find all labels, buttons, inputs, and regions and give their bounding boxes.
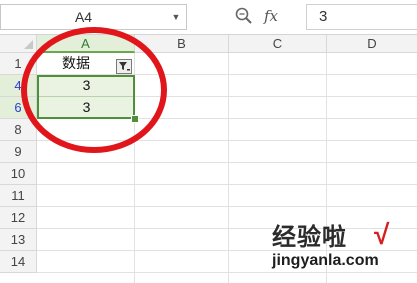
check-mark-icon: √ xyxy=(374,219,390,250)
watermark-text: 经验啦 xyxy=(272,224,347,251)
watermark: 经验啦 √ jingyanla.com xyxy=(272,217,407,279)
watermark-url: jingyanla.com xyxy=(272,252,379,269)
